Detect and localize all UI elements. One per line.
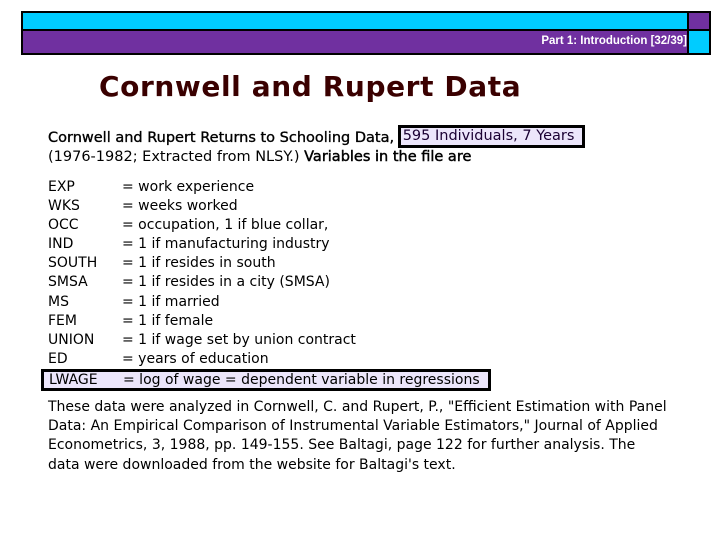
sample-size-highlight: 595 Individuals, 7 Years bbox=[397, 125, 586, 148]
variable-desc: = log of wage = dependent variable in re… bbox=[123, 371, 480, 388]
variable-row: WKS = weeks worked bbox=[48, 197, 491, 216]
intro-line-2-bold: Variables in the file are bbox=[304, 149, 472, 165]
intro-line-1-prefix: Cornwell and Rupert Returns to Schooling… bbox=[48, 130, 395, 146]
header-bottom-square bbox=[689, 31, 709, 53]
variable-row: SMSA = 1 if resides in a city (SMSA) bbox=[48, 273, 491, 292]
variable-name: UNION bbox=[48, 331, 95, 348]
variable-name: IND bbox=[48, 236, 74, 253]
variable-desc: = 1 if wage set by union contract bbox=[122, 331, 356, 348]
variable-row: FEM = 1 if female bbox=[48, 312, 491, 331]
header-top-bar bbox=[23, 13, 687, 29]
variable-name: LWAGE bbox=[49, 371, 98, 388]
variable-desc: = 1 if resides in a city (SMSA) bbox=[122, 274, 330, 291]
variable-desc: = work experience bbox=[122, 179, 255, 195]
slide-title: Cornwell and Rupert Data bbox=[99, 70, 522, 103]
variable-row: IND = 1 if manufacturing industry bbox=[48, 235, 491, 254]
variable-row: EXP = work experience bbox=[48, 178, 491, 197]
section-label: Part 1: Introduction [32/39] bbox=[541, 35, 687, 47]
variable-desc: = 1 if manufacturing industry bbox=[122, 236, 330, 253]
variable-desc: = occupation, 1 if blue collar, bbox=[122, 217, 329, 234]
variable-row: ED = years of education bbox=[48, 350, 491, 369]
variable-name: WKS bbox=[48, 198, 80, 215]
header-bar: Part 1: Introduction [32/39] bbox=[21, 11, 711, 55]
variable-desc: = years of education bbox=[122, 350, 269, 367]
variable-desc: = 1 if female bbox=[122, 312, 214, 329]
variable-row: UNION = 1 if wage set by union contract bbox=[48, 331, 491, 350]
paragraph-line: These data were analyzed in Cornwell, C.… bbox=[48, 399, 667, 415]
variable-name: SMSA bbox=[48, 274, 88, 291]
variable-row: SOUTH = 1 if resides in south bbox=[48, 254, 491, 273]
variable-name: EXP bbox=[48, 179, 75, 195]
variable-name: SOUTH bbox=[48, 255, 98, 272]
header-top-square bbox=[689, 13, 709, 29]
intro-text: Cornwell and Rupert Returns to Schooling… bbox=[48, 125, 586, 167]
variable-desc: = weeks worked bbox=[122, 198, 238, 215]
paragraph-line: Data: An Empirical Comparison of Instrum… bbox=[48, 418, 658, 435]
variable-row: OCC = occupation, 1 if blue collar, bbox=[48, 216, 491, 235]
citation-paragraph: These data were analyzed in Cornwell, C.… bbox=[48, 398, 720, 475]
variable-name: FEM bbox=[48, 312, 77, 329]
paragraph-line: Econometrics, 3, 1988, pp. 149-155. See … bbox=[48, 437, 636, 454]
variable-list: EXP = work experience WKS = weeks worked O… bbox=[41, 178, 491, 391]
variable-row: MS = 1 if married bbox=[48, 293, 491, 312]
variable-desc: = 1 if married bbox=[122, 293, 220, 310]
intro-line-2: (1976-1982; Extracted from NLSY.) Variab… bbox=[48, 148, 585, 167]
paragraph-line: data were downloaded from the website fo… bbox=[48, 456, 456, 473]
variable-row-highlighted: LWAGE = log of wage = dependent variable … bbox=[41, 368, 491, 391]
variable-name: MS bbox=[48, 293, 69, 310]
variable-desc: = 1 if resides in south bbox=[122, 255, 276, 272]
intro-line-2-regular: (1976-1982; Extracted from NLSY.) bbox=[48, 149, 300, 165]
variable-name: OCC bbox=[48, 217, 79, 234]
variable-name: ED bbox=[48, 350, 68, 367]
intro-line-1: Cornwell and Rupert Returns to Schooling… bbox=[48, 125, 586, 150]
